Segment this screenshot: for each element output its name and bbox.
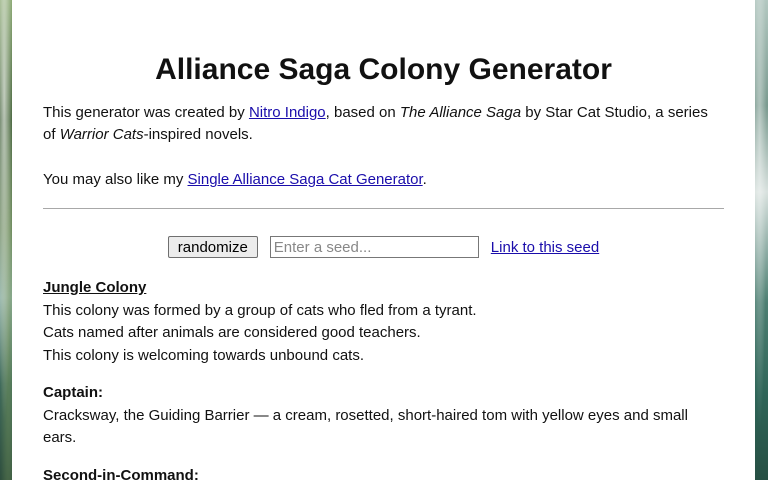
single-cat-generator-link[interactable]: Single Alliance Saga Cat Generator xyxy=(188,171,423,188)
intro-text-1: This generator was created by xyxy=(43,104,249,121)
second-in-command-heading: Second-in-Command: xyxy=(43,466,199,480)
page-title: Alliance Saga Colony Generator xyxy=(155,53,612,86)
intro-text-2: , based on xyxy=(325,104,400,121)
captain-description: Cracksway, the Guiding Barrier — a cream… xyxy=(43,406,688,447)
series-title: Warrior Cats xyxy=(59,126,144,143)
colony-line: This colony is welcoming towards unbound… xyxy=(43,346,364,364)
divider xyxy=(43,208,724,209)
book-title: The Alliance Saga xyxy=(399,104,522,121)
also-like-paragraph: You may also like my Single Alliance Sag… xyxy=(43,169,724,191)
author-link[interactable]: Nitro Indigo xyxy=(249,104,326,121)
also-text-2: . xyxy=(422,171,427,188)
main-panel: Alliance Saga Colony Generator This gene… xyxy=(12,0,755,480)
colony-name: Jungle Colony xyxy=(43,279,147,296)
captain-heading: Captain: xyxy=(43,384,103,401)
colony-line: Cats named after animals are considered … xyxy=(43,324,421,341)
seed-link[interactable]: Link to this seed xyxy=(491,239,599,256)
also-text-1: You may also like my xyxy=(43,171,188,188)
colony-line: This colony was formed by a group of cat… xyxy=(43,301,477,319)
seed-input[interactable] xyxy=(269,236,479,258)
generated-colony: Jungle Colony This colony was formed by … xyxy=(43,277,724,480)
intro-paragraph: This generator was created by Nitro Indi… xyxy=(43,102,724,146)
background-scenery-right xyxy=(754,0,768,480)
generator-controls: randomize Link to this seed xyxy=(43,236,724,258)
randomize-button[interactable]: randomize xyxy=(167,236,258,258)
intro-text-4: -inspired novels. xyxy=(143,126,253,143)
